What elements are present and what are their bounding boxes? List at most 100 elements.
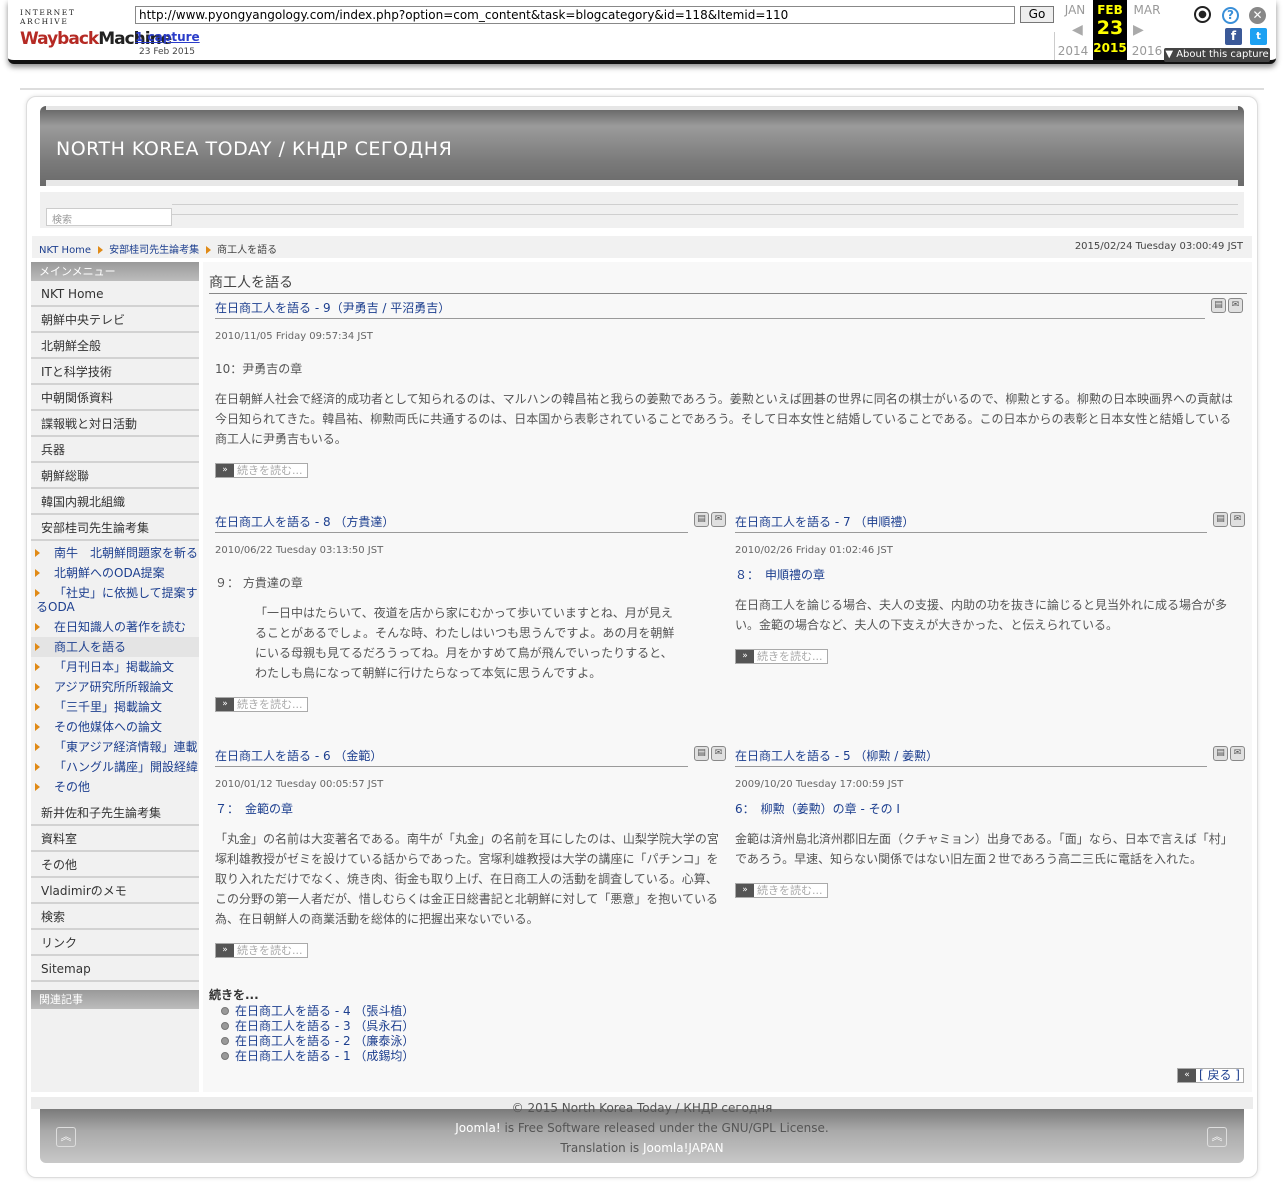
breadcrumb-current: 商工人を語る xyxy=(217,245,278,256)
chevron-right-icon xyxy=(206,246,212,254)
sidebar-subitem[interactable]: 「三千里」掲載論文 xyxy=(31,697,199,717)
joomla-link[interactable]: Joomla! xyxy=(455,1121,500,1135)
double-chevron-left-icon: « xyxy=(1178,1069,1196,1082)
prev-year[interactable]: 2014 xyxy=(1054,44,1092,58)
wayback-url-input[interactable]: http://www.pyongyangology.com/index.php?… xyxy=(135,6,1015,24)
more-articles-list: 在日商工人を語る - 4 （張斗植） 在日商工人を語る - 3 （呉永石） 在日… xyxy=(221,1004,414,1064)
article-date: 2010/02/26 Friday 01:02:46 JST xyxy=(735,545,893,556)
double-chevron-icon: » xyxy=(736,650,754,663)
email-icon[interactable]: ✉ xyxy=(711,512,726,527)
list-item[interactable]: 在日商工人を語る - 4 （張斗植） xyxy=(221,1004,414,1019)
sidebar-subitem[interactable]: その他 xyxy=(31,777,199,797)
article-heading: 6： 柳勲（姜勲）の章 - その I xyxy=(735,802,900,816)
prev-month[interactable]: JAN xyxy=(1056,3,1094,17)
article-title[interactable]: 在日商工人を語る - 8 （方貴達） ▤ ✉ xyxy=(215,512,726,533)
email-icon[interactable]: ✉ xyxy=(1228,298,1243,313)
sidebar: メインメニュー NKT Home 朝鮮中央テレビ 北朝鮮全般 ITと科学技術 中… xyxy=(31,262,199,1092)
list-item[interactable]: 在日商工人を語る - 1 （成錫均） xyxy=(221,1049,414,1064)
double-chevron-icon: » xyxy=(216,944,234,957)
footer-translation: Translation is Joomla!JAPAN xyxy=(560,1141,724,1155)
article-heading: ８： 申順禮の章 xyxy=(735,568,826,582)
sidebar-item-it-science[interactable]: ITと科学技術 xyxy=(31,359,199,385)
user-icon[interactable]: ● xyxy=(1194,6,1211,23)
article-heading: ７： 金範の章 xyxy=(215,802,294,816)
sidebar-item-archive[interactable]: 資料室 xyxy=(31,826,199,852)
breadcrumb-home[interactable]: NKT Home xyxy=(39,245,91,256)
email-icon[interactable]: ✉ xyxy=(1230,512,1245,527)
next-month[interactable]: MAR xyxy=(1128,3,1166,17)
sidebar-item-weapons[interactable]: 兵器 xyxy=(31,437,199,463)
back-to-top-icon[interactable]: ︽ xyxy=(56,1127,76,1147)
sidebar-subitem[interactable]: 南牛 北朝鮮問題家を斬る xyxy=(31,543,199,563)
article-title[interactable]: 在日商工人を語る - 9（尹勇吉 / 平沼勇吉） ▤ ✉ xyxy=(215,298,1243,319)
sidebar-item-vladimir[interactable]: Vladimirのメモ xyxy=(31,878,199,904)
pdf-icon[interactable]: ▤ xyxy=(694,746,709,761)
search-input[interactable]: 検索 xyxy=(46,208,172,226)
next-year[interactable]: 2016 xyxy=(1128,44,1166,58)
sidebar-subitem[interactable]: 「社史」に依拠して提案するODA xyxy=(31,583,199,617)
wayback-logo[interactable]: INTERNET ARCHIVE WaybackMachine xyxy=(20,8,172,52)
sidebar-subitem[interactable]: 「東アジア経済情報」連載 xyxy=(31,737,199,757)
email-icon[interactable]: ✉ xyxy=(711,746,726,761)
sidebar-item-abe-papers[interactable]: 安部桂司先生論考集 xyxy=(31,515,199,541)
wayback-go-button[interactable]: Go xyxy=(1020,6,1054,23)
sidebar-item-pro-north-orgs[interactable]: 韓国内親北組織 xyxy=(31,489,199,515)
sidebar-item-kctv[interactable]: 朝鮮中央テレビ xyxy=(31,307,199,333)
sidebar-subitem[interactable]: その他媒体への論文 xyxy=(31,717,199,737)
internet-archive-label: INTERNET ARCHIVE xyxy=(20,8,76,26)
wayback-toolbar: INTERNET ARCHIVE WaybackMachine http://w… xyxy=(8,0,1276,64)
prev-arrow-icon[interactable]: ◀ xyxy=(1072,22,1083,38)
bullet-icon xyxy=(221,1007,229,1015)
bullet-icon xyxy=(221,1052,229,1060)
sidebar-item-other[interactable]: その他 xyxy=(31,852,199,878)
article-date: 2010/06/22 Tuesday 03:13:50 JST xyxy=(215,545,384,556)
email-icon[interactable]: ✉ xyxy=(1230,746,1245,761)
pdf-icon[interactable]: ▤ xyxy=(1211,298,1226,313)
sidebar-item-china-relations[interactable]: 中朝関係資料 xyxy=(31,385,199,411)
sidebar-subitem[interactable]: アジア研究所所報論文 xyxy=(31,677,199,697)
captures-link[interactable]: 1 capture xyxy=(135,30,200,44)
double-chevron-icon: » xyxy=(736,884,754,897)
article-heading: 10：尹勇吉の章 xyxy=(215,362,303,376)
sidebar-item-general[interactable]: 北朝鮮全般 xyxy=(31,333,199,359)
read-more-button[interactable]: » 続きを読む... xyxy=(735,883,828,898)
sidebar-item-sitemap[interactable]: Sitemap xyxy=(31,956,199,982)
read-more-button[interactable]: » 続きを読む... xyxy=(215,943,308,958)
read-more-button[interactable]: » 続きを読む... xyxy=(735,649,828,664)
back-to-top-icon[interactable]: ︽ xyxy=(1207,1127,1227,1147)
facebook-icon[interactable]: f xyxy=(1225,28,1242,45)
pdf-icon[interactable]: ▤ xyxy=(694,512,709,527)
list-item[interactable]: 在日商工人を語る - 2 （廉泰泳） xyxy=(221,1034,414,1049)
pdf-icon[interactable]: ▤ xyxy=(1213,512,1228,527)
sidebar-subitem[interactable]: 在日知識人の著作を読む xyxy=(31,617,199,637)
help-icon[interactable]: ? xyxy=(1222,7,1239,24)
sidebar-subitem[interactable]: 北朝鮮へのODA提案 xyxy=(31,563,199,583)
article-title[interactable]: 在日商工人を語る - 6 （金範） ▤ ✉ xyxy=(215,746,726,767)
capture-date: 23 Feb 2015 xyxy=(139,47,196,57)
read-more-button[interactable]: » 続きを読む... xyxy=(215,463,308,478)
close-icon[interactable]: ✕ xyxy=(1249,7,1266,24)
sidebar-item-chongryon[interactable]: 朝鮮総聯 xyxy=(31,463,199,489)
read-more-button[interactable]: » 続きを読む... xyxy=(215,697,308,712)
breadcrumb-section[interactable]: 安部桂司先生論考集 xyxy=(109,245,199,256)
sidebar-item-search[interactable]: 検索 xyxy=(31,904,199,930)
back-button[interactable]: «[ 戻る ] xyxy=(1177,1068,1244,1083)
pdf-icon[interactable]: ▤ xyxy=(1213,746,1228,761)
about-capture-button[interactable]: ▼ About this capture xyxy=(1164,48,1270,62)
site-title[interactable]: NORTH KOREA TODAY / КНДР СЕГОДНЯ xyxy=(56,138,452,160)
article: 在日商工人を語る - 7 （申順禮） ▤ ✉ 2010/02/26 Friday … xyxy=(735,512,1245,664)
sidebar-subitem[interactable]: 「ハングル講座」開設経緯 xyxy=(31,757,199,777)
sidebar-item-arai-papers[interactable]: 新井佐和子先生論考集 xyxy=(31,800,199,826)
sidebar-subitem-active[interactable]: 商工人を語る xyxy=(31,637,199,657)
double-chevron-icon: » xyxy=(216,464,234,477)
sidebar-item-links[interactable]: リンク xyxy=(31,930,199,956)
sidebar-subitem[interactable]: 「月刊日本」掲載論文 xyxy=(31,657,199,677)
article-title[interactable]: 在日商工人を語る - 5 （柳勲 / 姜勲） ▤ ✉ xyxy=(735,746,1245,767)
joomla-japan-link[interactable]: Joomla!JAPAN xyxy=(643,1141,724,1155)
article-title[interactable]: 在日商工人を語る - 7 （申順禮） ▤ ✉ xyxy=(735,512,1245,533)
twitter-icon[interactable]: t xyxy=(1250,28,1267,45)
sidebar-item-nkt-home[interactable]: NKT Home xyxy=(31,281,199,307)
next-arrow-icon[interactable]: ▶ xyxy=(1133,22,1144,38)
sidebar-item-intelligence[interactable]: 諜報戦と対日活動 xyxy=(31,411,199,437)
list-item[interactable]: 在日商工人を語る - 3 （呉永石） xyxy=(221,1019,414,1034)
